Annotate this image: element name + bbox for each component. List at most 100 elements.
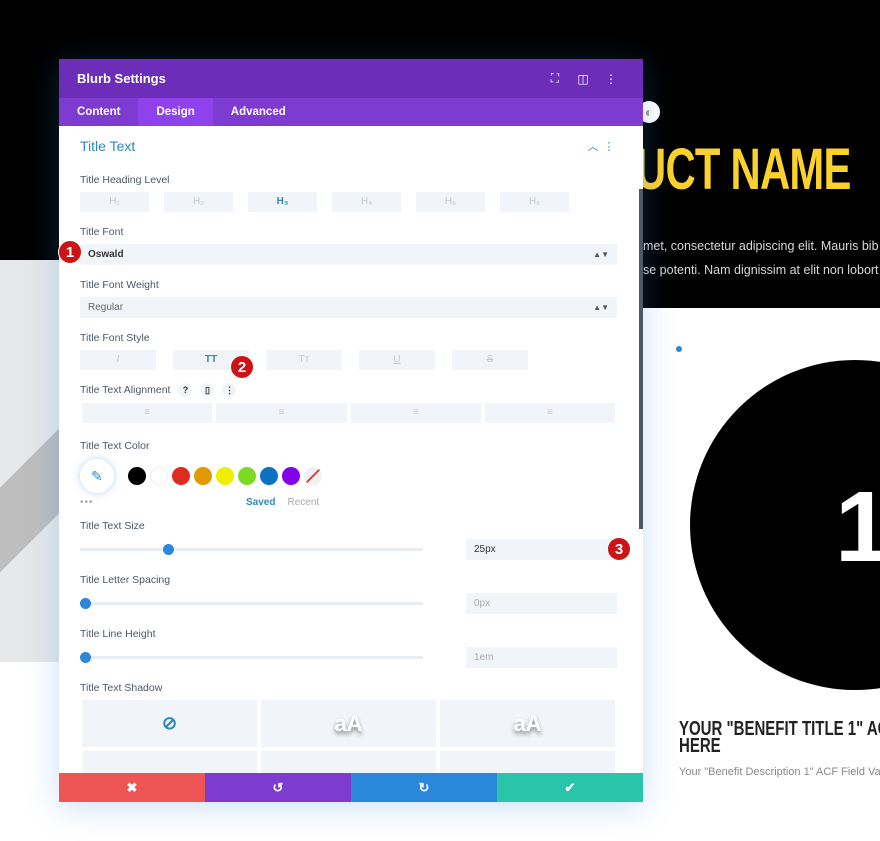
section-header[interactable]: Title Text ︿ ⋮ [80, 126, 617, 166]
color-swatch-green[interactable] [238, 467, 256, 485]
select-arrows-icon: ▲▼ [593, 250, 609, 259]
font-weight-label: Title Font Weight [80, 279, 159, 291]
product-name-heading: UCT NAME [636, 137, 851, 202]
tab-content[interactable]: Content [59, 98, 138, 126]
save-button[interactable]: ✔ [497, 773, 643, 802]
color-swatch-orange[interactable] [194, 467, 212, 485]
line-height-slider[interactable] [80, 651, 423, 663]
shadow-preset-2[interactable]: aA [440, 700, 615, 747]
tab-bar: Content Design Advanced [59, 98, 643, 126]
text-size-input[interactable]: 25px [466, 538, 617, 560]
align-right-button[interactable]: ≡ [350, 403, 481, 423]
tab-advanced[interactable]: Advanced [213, 98, 304, 126]
heading-h4-button[interactable]: H₄ [332, 192, 401, 212]
color-swatch-white[interactable] [150, 467, 168, 485]
letter-spacing-input[interactable]: 0px [466, 592, 617, 614]
font-style-label: Title Font Style [80, 332, 150, 344]
page: UCT NAME met, consectetur adipiscing eli… [0, 0, 880, 841]
slider-handle[interactable] [80, 651, 91, 663]
underline-button[interactable]: U [359, 350, 435, 370]
slider-handle[interactable] [80, 597, 91, 609]
tab-design[interactable]: Design [138, 98, 213, 126]
heading-h3-button[interactable]: H₃ [248, 192, 317, 212]
help-icon[interactable]: ? [178, 383, 193, 397]
modal-title: Blurb Settings [77, 71, 166, 86]
font-weight-select[interactable]: Regular ▲▼ [80, 297, 617, 318]
align-justify-button[interactable]: ≡ [484, 403, 615, 423]
cancel-button[interactable]: ✖ [59, 773, 205, 802]
step-badge-2: 2 [230, 355, 254, 379]
title-font-value: Oswald [88, 249, 124, 260]
recent-colors-tab[interactable]: Recent [287, 497, 319, 508]
heading-level-options: H₁ H₂ H₃ H₄ H₅ H₆ [80, 192, 617, 212]
heading-h1-button[interactable]: H₁ [80, 192, 149, 212]
heading-h5-button[interactable]: H₅ [416, 192, 485, 212]
hero-description: met, consectetur adipiscing elit. Mauris… [643, 234, 879, 282]
benefit-description: Your "Benefit Description 1" ACF Field V… [679, 766, 880, 778]
slider-handle[interactable] [163, 543, 174, 555]
capitalize-button[interactable]: Tᴛ [266, 350, 342, 370]
clear-color-icon[interactable] [304, 467, 322, 485]
hero-desc-line: se potenti. Nam dignissim at elit non lo… [643, 263, 879, 277]
line-height-input[interactable]: 1em [466, 646, 617, 668]
letter-spacing-control: 0px [80, 592, 617, 614]
split-view-icon[interactable]: ◫ [569, 72, 597, 86]
chevron-up-icon[interactable]: ︿ [585, 138, 601, 154]
section-title: Title Text [80, 138, 136, 154]
shadow-preset-3[interactable] [82, 751, 257, 773]
text-shadow-options: ⊘ aA aA [80, 700, 617, 773]
benefit-title-line: HERE [679, 735, 721, 757]
modal-footer: ✖ ↺ ↻ ✔ [59, 773, 643, 802]
align-center-button[interactable]: ≡ [216, 403, 347, 423]
shadow-preset-1[interactable]: aA [261, 700, 436, 747]
color-subtabs: ••• Saved Recent [80, 494, 617, 510]
line-height-control: 1em [80, 646, 617, 668]
text-size-control: 25px [80, 538, 617, 560]
italic-button[interactable]: I [80, 350, 156, 370]
heading-h6-button[interactable]: H₆ [500, 192, 569, 212]
heading-h2-button[interactable]: H₂ [164, 192, 233, 212]
shadow-preset-4[interactable] [261, 751, 436, 773]
scrollbar[interactable] [639, 189, 643, 529]
no-shadow-icon[interactable]: ⊘ [82, 700, 257, 747]
shadow-preset-5[interactable] [440, 751, 615, 773]
saved-colors-tab[interactable]: Saved [246, 497, 275, 508]
hero-desc-line: met, consectetur adipiscing elit. Mauris… [643, 239, 879, 253]
alignment-more-icon[interactable]: ⋮ [222, 383, 237, 397]
more-colors-icon[interactable]: ••• [80, 497, 124, 508]
decorative-stripe [0, 398, 60, 582]
color-swatch-black[interactable] [128, 467, 146, 485]
alignment-label: Title Text Alignment ? ▯ ⋮ [80, 383, 617, 397]
title-font-label: Title Font [80, 226, 124, 238]
step-badge-1: 1 [58, 240, 82, 264]
redo-button[interactable]: ↻ [351, 773, 497, 802]
align-left-button[interactable]: ≡ [82, 403, 213, 423]
step-badge-3: 3 [607, 537, 631, 561]
color-swatch-yellow[interactable] [216, 467, 234, 485]
undo-button[interactable]: ↺ [205, 773, 351, 802]
modal-header: Blurb Settings ⛶ ◫ ⋮ [59, 59, 643, 98]
section-more-icon[interactable]: ⋮ [601, 140, 617, 153]
heading-level-label: Title Heading Level [80, 174, 170, 186]
blurb-settings-modal: Blurb Settings ⛶ ◫ ⋮ Content Design Adva… [59, 59, 643, 802]
module-handle-icon[interactable] [676, 346, 682, 352]
text-size-slider[interactable] [80, 543, 423, 555]
color-swatch-blue[interactable] [260, 467, 278, 485]
line-height-label: Title Line Height [80, 628, 156, 640]
color-swatch-red[interactable] [172, 467, 190, 485]
select-arrows-icon: ▲▼ [593, 303, 609, 312]
expand-icon[interactable]: ⛶ [541, 71, 569, 86]
text-color-label: Title Text Color [80, 440, 150, 452]
settings-scroll-area: Title Text ︿ ⋮ Title Heading Level H₁ H₂… [59, 126, 643, 773]
benefit-title: YOUR "BENEFIT TITLE 1" ACF F HERE [679, 719, 880, 757]
letter-spacing-slider[interactable] [80, 597, 423, 609]
letter-spacing-label: Title Letter Spacing [80, 574, 171, 586]
color-swatch-purple[interactable] [282, 467, 300, 485]
title-font-select[interactable]: Oswald ▲▼ [80, 244, 617, 265]
eyedropper-icon[interactable]: ✎ [80, 459, 114, 493]
more-options-icon[interactable]: ⋮ [597, 72, 625, 86]
responsive-phone-icon[interactable]: ▯ [200, 383, 215, 397]
strikethrough-button[interactable]: S [452, 350, 528, 370]
font-weight-value: Regular [88, 302, 124, 313]
text-size-label: Title Text Size [80, 520, 145, 532]
